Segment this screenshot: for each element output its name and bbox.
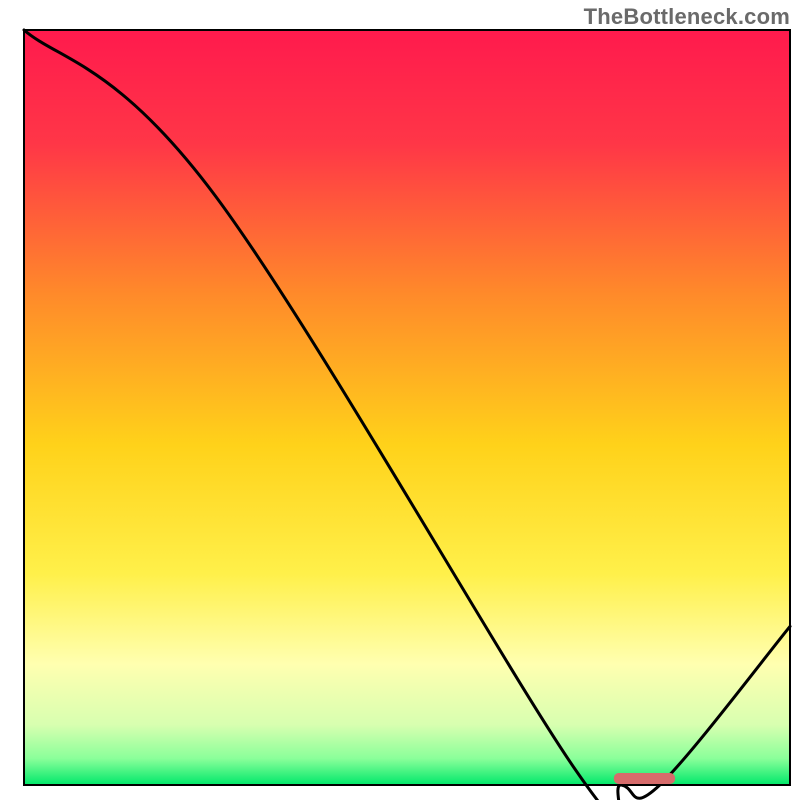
watermark-text: TheBottleneck.com [584,4,790,30]
bottleneck-chart-svg [0,0,800,800]
plot-area [24,30,790,785]
chart-container: TheBottleneck.com [0,0,800,800]
optimal-range-marker [614,773,675,784]
